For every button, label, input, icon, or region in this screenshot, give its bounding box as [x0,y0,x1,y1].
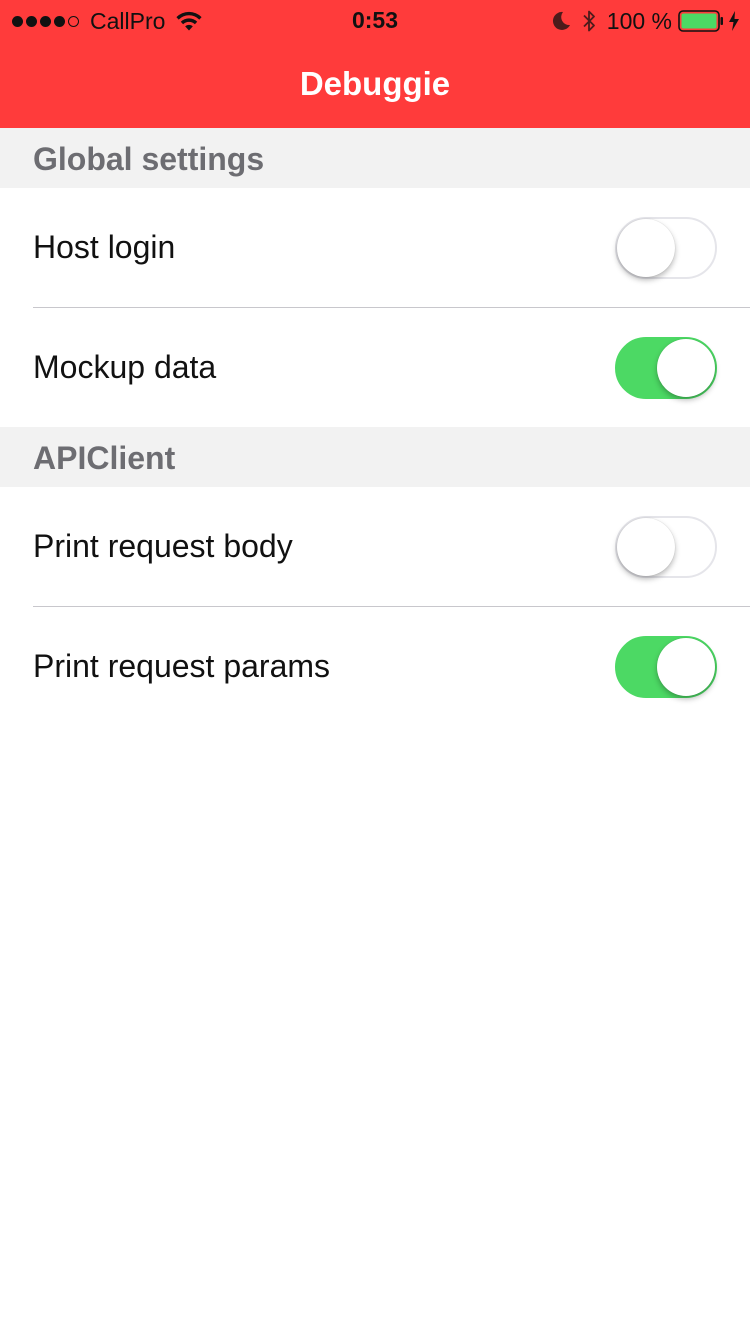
battery-percentage: 100 % [606,8,672,34]
setting-row-print-request-params: Print request params [0,607,750,726]
setting-row-print-request-body: Print request body [0,487,750,607]
battery-icon [678,10,723,32]
print-request-params-toggle[interactable] [615,636,717,698]
setting-label: Mockup data [33,349,217,385]
mockup-data-toggle[interactable] [615,337,717,399]
bluetooth-icon [583,10,595,32]
toggle-knob [657,339,715,397]
section-title: Global settings [33,141,265,177]
page-title: Debuggie [299,65,451,102]
screen: CallPro 0:53 100 % Debuggie Global setti… [0,0,750,1334]
section-title: APIClient [33,440,176,476]
setting-row-mockup-data: Mockup data [0,308,750,427]
status-right: 100 % [551,7,740,35]
toggle-knob [657,638,715,696]
setting-label: Print request body [33,528,293,564]
setting-row-host-login: Host login [0,188,750,308]
section-header-apiclient: APIClient [0,427,750,487]
setting-label: Host login [33,229,176,265]
section-header-global-settings: Global settings [0,128,750,188]
print-request-body-toggle[interactable] [615,516,717,578]
charging-icon [729,11,739,31]
toggle-knob [617,219,675,277]
moon-icon [552,11,570,30]
navigation-bar: CallPro 0:53 100 % Debuggie [0,0,750,128]
setting-label: Print request params [33,648,331,684]
toggle-knob [617,518,675,576]
status-bar: CallPro 0:53 100 % [0,0,750,40]
host-login-toggle[interactable] [615,217,717,279]
